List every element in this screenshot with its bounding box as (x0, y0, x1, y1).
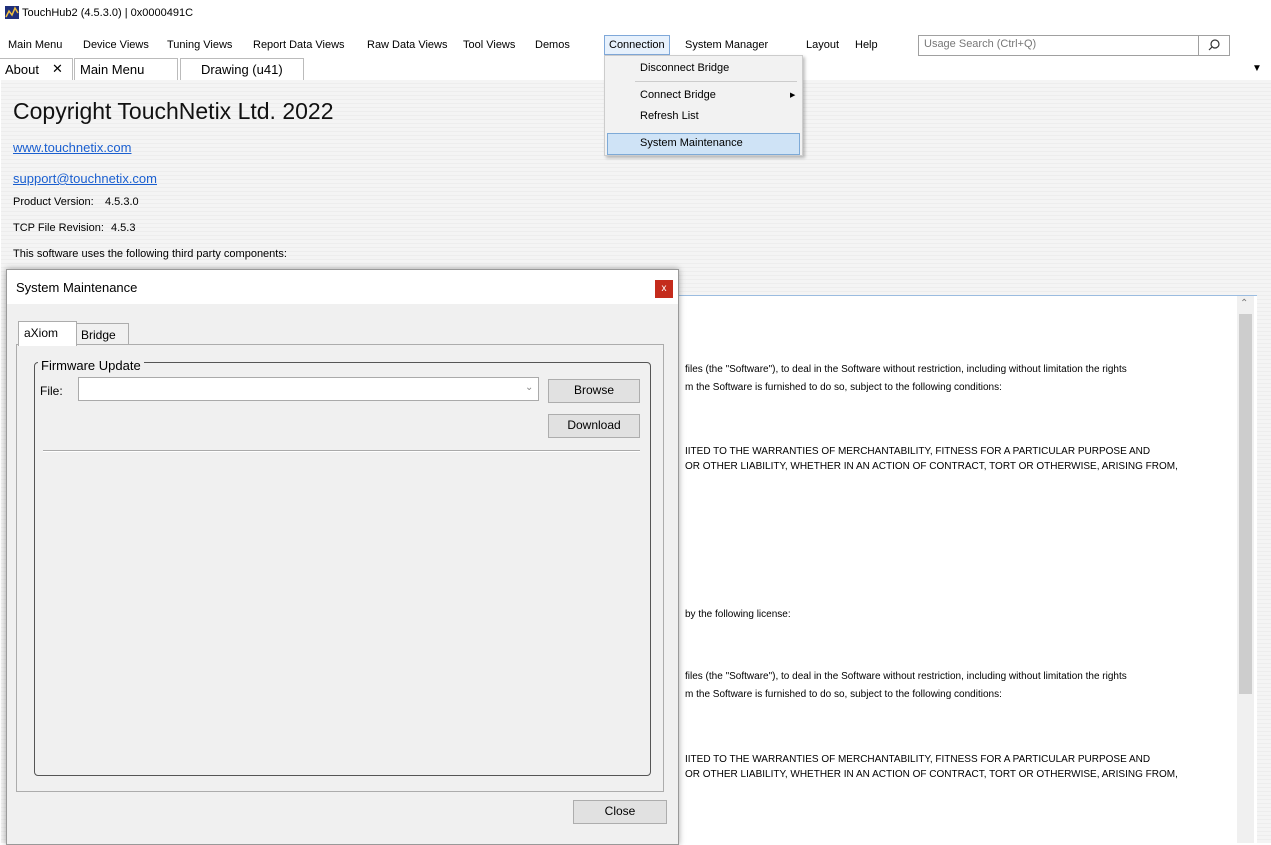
chevron-right-icon: ▶ (790, 92, 796, 99)
tab-about[interactable]: About ✕ (0, 58, 73, 80)
menu-tool-views[interactable]: Tool Views (463, 39, 515, 51)
menu-connection[interactable]: Connection (604, 35, 670, 55)
usage-search-input[interactable]: Usage Search (Ctrl+Q) (918, 35, 1230, 56)
browse-button[interactable]: Browse (548, 379, 640, 403)
tcp-revision-value: 4.5.3 (111, 222, 136, 234)
license-line: m the Software is furnished to do so, su… (685, 382, 1002, 393)
product-version-value: 4.5.3.0 (105, 196, 139, 208)
search-icon (1208, 39, 1220, 51)
tab-panel-axiom (16, 344, 664, 792)
menu-main-menu[interactable]: Main Menu (8, 39, 62, 51)
website-link[interactable]: www.touchnetix.com (13, 140, 132, 155)
license-text-panel: files (the "Software"), to deal in the S… (677, 295, 1257, 844)
dialog-close-icon[interactable]: x (655, 280, 673, 298)
connection-dropdown-menu: Disconnect Bridge Connect Bridge ▶ Refre… (604, 55, 803, 156)
close-button[interactable]: Close (573, 800, 667, 824)
tab-main-menu-label: Main Menu (80, 62, 145, 77)
menu-device-views[interactable]: Device Views (83, 39, 149, 51)
menu-item-system-maintenance-highlight[interactable]: System Maintenance (607, 133, 800, 155)
tab-overflow-chevron-down-icon[interactable]: ▼ (1252, 63, 1262, 74)
scroll-up-chevron-icon[interactable]: ⌃ (1240, 298, 1248, 309)
tab-drawing[interactable]: Drawing (u41) (180, 58, 304, 80)
tcp-revision-label: TCP File Revision: (13, 222, 104, 234)
download-button[interactable]: Download (548, 414, 640, 438)
tab-about-label: About (5, 62, 39, 77)
firmware-update-group-title: Firmware Update (38, 358, 144, 373)
tab-bridge-label: Bridge (81, 328, 116, 342)
third-party-text: This software uses the following third p… (13, 248, 287, 260)
license-line: IITED TO THE WARRANTIES OF MERCHANTABILI… (685, 446, 1151, 457)
menu-help[interactable]: Help (855, 39, 878, 51)
file-path-combobox[interactable]: ⌄ (78, 377, 539, 401)
dialog-title-bar[interactable]: System Maintenance x (7, 270, 678, 304)
chevron-down-icon[interactable]: ⌄ (525, 382, 533, 393)
menu-tuning-views[interactable]: Tuning Views (167, 39, 232, 51)
search-button[interactable] (1198, 36, 1229, 55)
tab-axiom-label: aXiom (24, 326, 59, 340)
menu-separator (635, 81, 797, 82)
product-version-label: Product Version: (13, 196, 94, 208)
dialog-title: System Maintenance (16, 280, 138, 295)
menu-raw-data-views[interactable]: Raw Data Views (367, 39, 448, 51)
menu-item-refresh-list[interactable]: Refresh List (640, 110, 699, 122)
support-email-link[interactable]: support@touchnetix.com (13, 171, 157, 186)
tab-main-menu[interactable]: Main Menu (74, 58, 178, 80)
close-icon[interactable]: ✕ (52, 61, 63, 77)
tab-drawing-label: Drawing (u41) (201, 62, 283, 77)
license-line: m the Software is furnished to do so, su… (685, 689, 1002, 700)
license-line: OR OTHER LIABILITY, WHETHER IN AN ACTION… (685, 769, 1178, 780)
menu-demos[interactable]: Demos (535, 39, 570, 51)
license-line: files (the "Software"), to deal in the S… (685, 671, 1127, 682)
group-separator-highlight (43, 451, 640, 452)
menu-system-manager[interactable]: System Manager (685, 39, 768, 51)
license-line: files (the "Software"), to deal in the S… (685, 364, 1127, 375)
menu-item-connect-bridge[interactable]: Connect Bridge (640, 89, 716, 101)
window-title: TouchHub2 (4.5.3.0) | 0x0000491C (22, 7, 194, 19)
menu-item-system-maintenance: System Maintenance (640, 137, 743, 149)
menu-report-data-views[interactable]: Report Data Views (253, 39, 345, 51)
system-maintenance-dialog: System Maintenance x aXiom Bridge (6, 269, 679, 845)
tab-bridge[interactable]: Bridge (75, 323, 129, 346)
license-line: by the following license: (685, 609, 791, 620)
license-line: IITED TO THE WARRANTIES OF MERCHANTABILI… (685, 754, 1151, 765)
tab-axiom[interactable]: aXiom (18, 321, 77, 346)
license-scrollbar-thumb[interactable] (1239, 314, 1252, 694)
menu-item-disconnect-bridge[interactable]: Disconnect Bridge (640, 62, 729, 74)
title-bar: TouchHub2 (4.5.3.0) | 0x0000491C (0, 0, 1271, 26)
touchhub-logo-icon (5, 6, 19, 19)
search-placeholder: Usage Search (Ctrl+Q) (924, 38, 1037, 50)
file-label: File: (40, 384, 63, 398)
page-title: Copyright TouchNetix Ltd. 2022 (13, 98, 334, 124)
license-line: OR OTHER LIABILITY, WHETHER IN AN ACTION… (685, 461, 1178, 472)
menu-layout[interactable]: Layout (806, 39, 839, 51)
